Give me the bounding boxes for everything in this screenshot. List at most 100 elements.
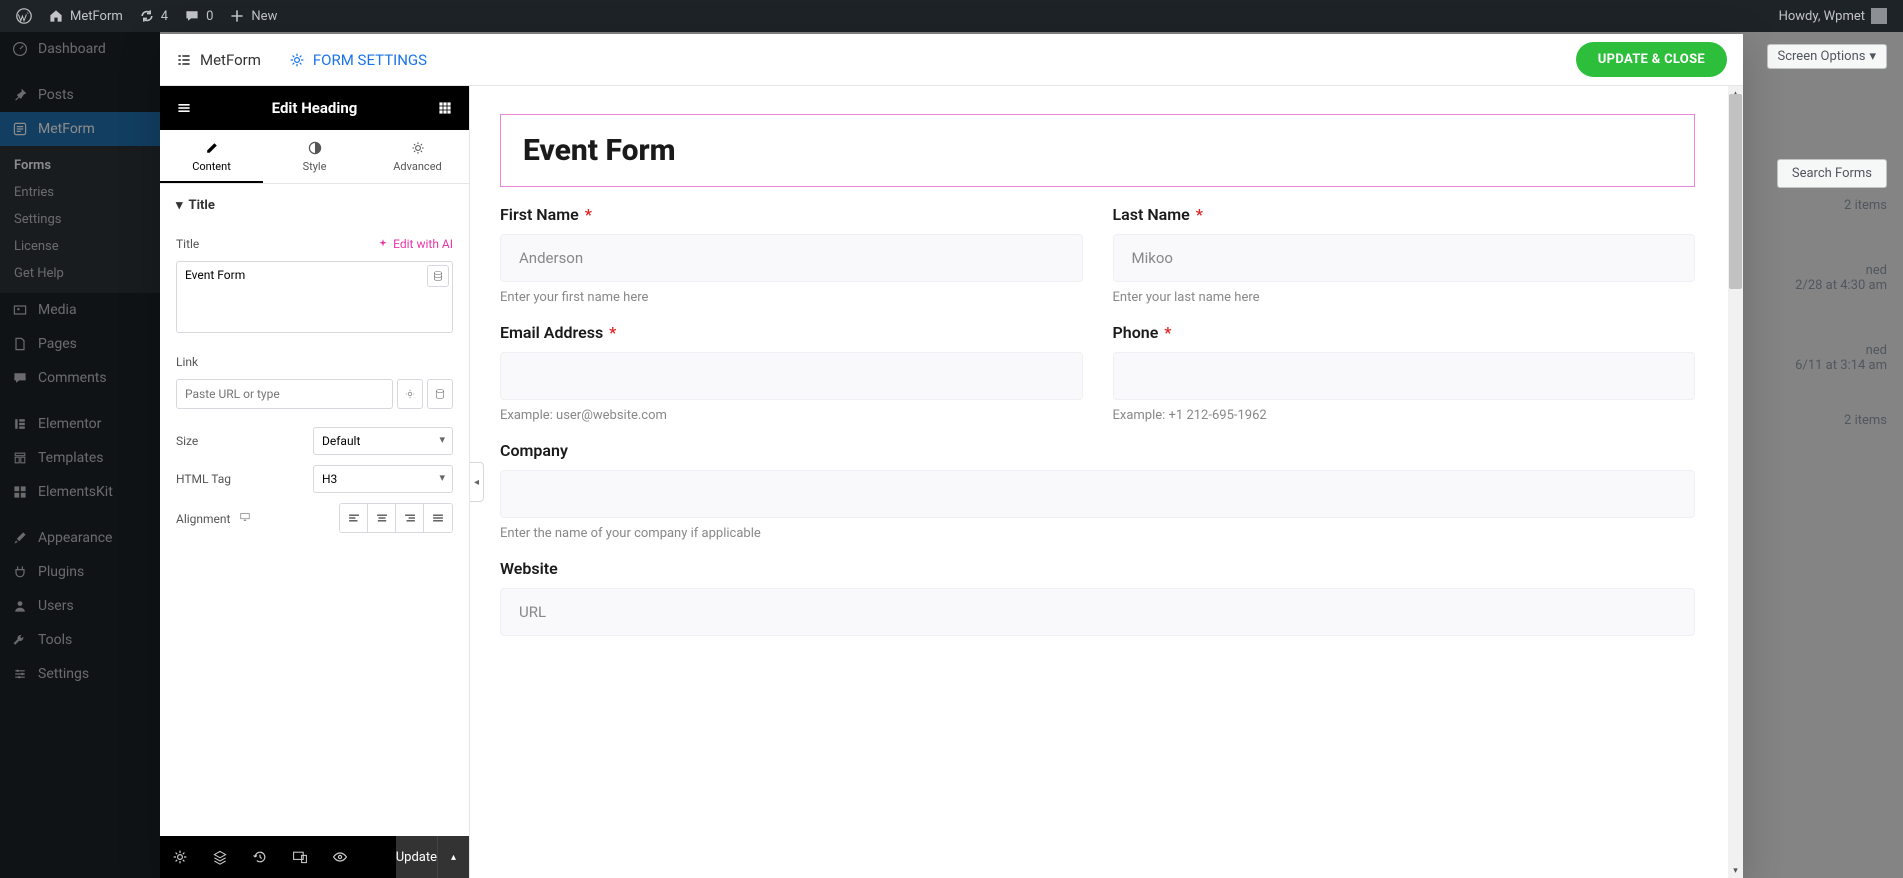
modal: MetForm FORM SETTINGS UPDATE & CLOSE Edi… xyxy=(160,34,1743,878)
canvas-scrollbar[interactable]: ▴ ▾ xyxy=(1728,86,1743,878)
htmltag-select[interactable]: H3 xyxy=(313,465,453,493)
modal-tab-form-settings[interactable]: FORM SETTINGS xyxy=(289,51,427,69)
search-forms-button[interactable]: Search Forms xyxy=(1777,159,1887,188)
field-label: Last Name * xyxy=(1113,205,1696,224)
scroll-down-button[interactable]: ▾ xyxy=(1728,863,1743,878)
field-label: Website xyxy=(500,559,1695,578)
history-button[interactable] xyxy=(240,836,280,878)
canvas: Event Form First Name * Enter your first… xyxy=(470,86,1743,878)
section-title-label: Title xyxy=(189,198,215,213)
tab-label: Content xyxy=(192,160,231,173)
avatar xyxy=(1871,8,1887,24)
edit-ai-label: Edit with AI xyxy=(393,237,453,251)
link-dynamic-button[interactable] xyxy=(427,379,453,409)
widgets-grid-button[interactable] xyxy=(433,96,457,120)
field-label: First Name * xyxy=(500,205,1083,224)
screen-options-label: Screen Options xyxy=(1778,49,1866,64)
modal-tab-metform[interactable]: MetForm xyxy=(176,51,261,69)
update-options-button[interactable]: ▴ xyxy=(437,836,469,878)
section-title-toggle[interactable]: ▾ Title xyxy=(176,184,453,227)
update-button[interactable]: Update xyxy=(396,836,437,878)
desktop-icon xyxy=(239,511,251,523)
wp-logo[interactable] xyxy=(8,0,40,32)
navigator-button[interactable] xyxy=(200,836,240,878)
field-help: Example: user@website.com xyxy=(500,408,1083,423)
howdy-label: Howdy, Wpmet xyxy=(1779,9,1865,24)
hamburger-button[interactable] xyxy=(172,96,196,120)
screen-options-toggle[interactable]: Screen Options ▾ xyxy=(1767,44,1888,69)
devices-icon xyxy=(292,849,308,865)
field-help: Example: +1 212-695-1962 xyxy=(1113,408,1696,423)
chevron-up-icon: ▴ xyxy=(451,852,456,863)
required-mark: * xyxy=(609,323,616,342)
edit-with-ai-link[interactable]: Edit with AI xyxy=(377,237,453,251)
elementor-footer: Update ▴ xyxy=(160,836,469,878)
size-field-label: Size xyxy=(176,434,198,448)
wordpress-icon xyxy=(16,8,32,24)
alignment-group xyxy=(339,503,453,533)
align-justify-button[interactable] xyxy=(424,504,452,532)
back-row-date: 6/11 at 3:14 am xyxy=(1767,358,1888,373)
updates[interactable]: 4 xyxy=(131,0,176,32)
field-help: Enter your first name here xyxy=(500,290,1083,305)
link-field-label: Link xyxy=(176,355,198,369)
email-input[interactable] xyxy=(500,352,1083,400)
align-center-button[interactable] xyxy=(368,504,396,532)
chevron-left-icon: ◂ xyxy=(474,477,479,488)
link-input[interactable] xyxy=(176,379,393,409)
eye-icon xyxy=(332,849,348,865)
tab-content[interactable]: Content xyxy=(160,130,263,183)
panel-settings-button[interactable] xyxy=(160,836,200,878)
update-close-button[interactable]: UPDATE & CLOSE xyxy=(1576,42,1727,77)
link-options-button[interactable] xyxy=(397,379,423,409)
modal-tab-label: FORM SETTINGS xyxy=(313,51,427,69)
plus-icon xyxy=(229,8,245,24)
title-textarea[interactable]: Event Form xyxy=(176,261,453,333)
elementor-panel-header: Edit Heading xyxy=(160,86,469,130)
gear-icon xyxy=(289,52,305,68)
field-first-name: First Name * Enter your first name here xyxy=(500,205,1083,305)
heading-widget-selected[interactable]: Event Form xyxy=(500,114,1695,187)
responsive-button[interactable] xyxy=(280,836,320,878)
align-justify-icon xyxy=(431,511,445,525)
hamburger-icon xyxy=(176,100,192,116)
align-right-button[interactable] xyxy=(396,504,424,532)
my-account[interactable]: Howdy, Wpmet xyxy=(1771,0,1895,32)
site-name[interactable]: MetForm xyxy=(40,0,131,32)
last-name-input[interactable] xyxy=(1113,234,1696,282)
chevron-down-icon: ▾ xyxy=(1869,49,1876,64)
grid-icon xyxy=(437,100,453,116)
tab-label: Style xyxy=(303,160,327,173)
back-row-date: 2/28 at 4:30 am xyxy=(1767,278,1888,293)
field-website: Website xyxy=(500,559,1695,636)
field-help: Enter your last name here xyxy=(1113,290,1696,305)
comments[interactable]: 0 xyxy=(176,0,221,32)
new-content[interactable]: New xyxy=(221,0,285,32)
field-company: Company Enter the name of your company i… xyxy=(500,441,1695,541)
first-name-input[interactable] xyxy=(500,234,1083,282)
company-input[interactable] xyxy=(500,470,1695,518)
tab-style[interactable]: Style xyxy=(263,130,366,183)
align-left-button[interactable] xyxy=(340,504,368,532)
size-select[interactable]: Default xyxy=(313,427,453,455)
tab-label: Advanced xyxy=(393,160,441,173)
dynamic-tags-button[interactable] xyxy=(427,265,449,287)
database-icon xyxy=(432,270,444,282)
field-label: Email Address * xyxy=(500,323,1083,342)
website-input[interactable] xyxy=(500,588,1695,636)
collapse-panel-button[interactable]: ◂ xyxy=(470,462,484,502)
scroll-thumb[interactable] xyxy=(1729,94,1742,289)
items-count: 2 items xyxy=(1767,413,1888,428)
sparkle-icon xyxy=(377,238,389,250)
required-mark: * xyxy=(1164,323,1171,342)
field-phone: Phone * Example: +1 212-695-1962 xyxy=(1113,323,1696,423)
refresh-icon xyxy=(139,8,155,24)
updates-count: 4 xyxy=(161,9,168,24)
required-mark: * xyxy=(1196,205,1203,224)
back-row-text: ned xyxy=(1767,263,1888,278)
modal-tab-label: MetForm xyxy=(200,51,261,69)
tab-advanced[interactable]: Advanced xyxy=(366,130,469,183)
phone-input[interactable] xyxy=(1113,352,1696,400)
preview-button[interactable] xyxy=(320,836,360,878)
layers-icon xyxy=(212,849,228,865)
